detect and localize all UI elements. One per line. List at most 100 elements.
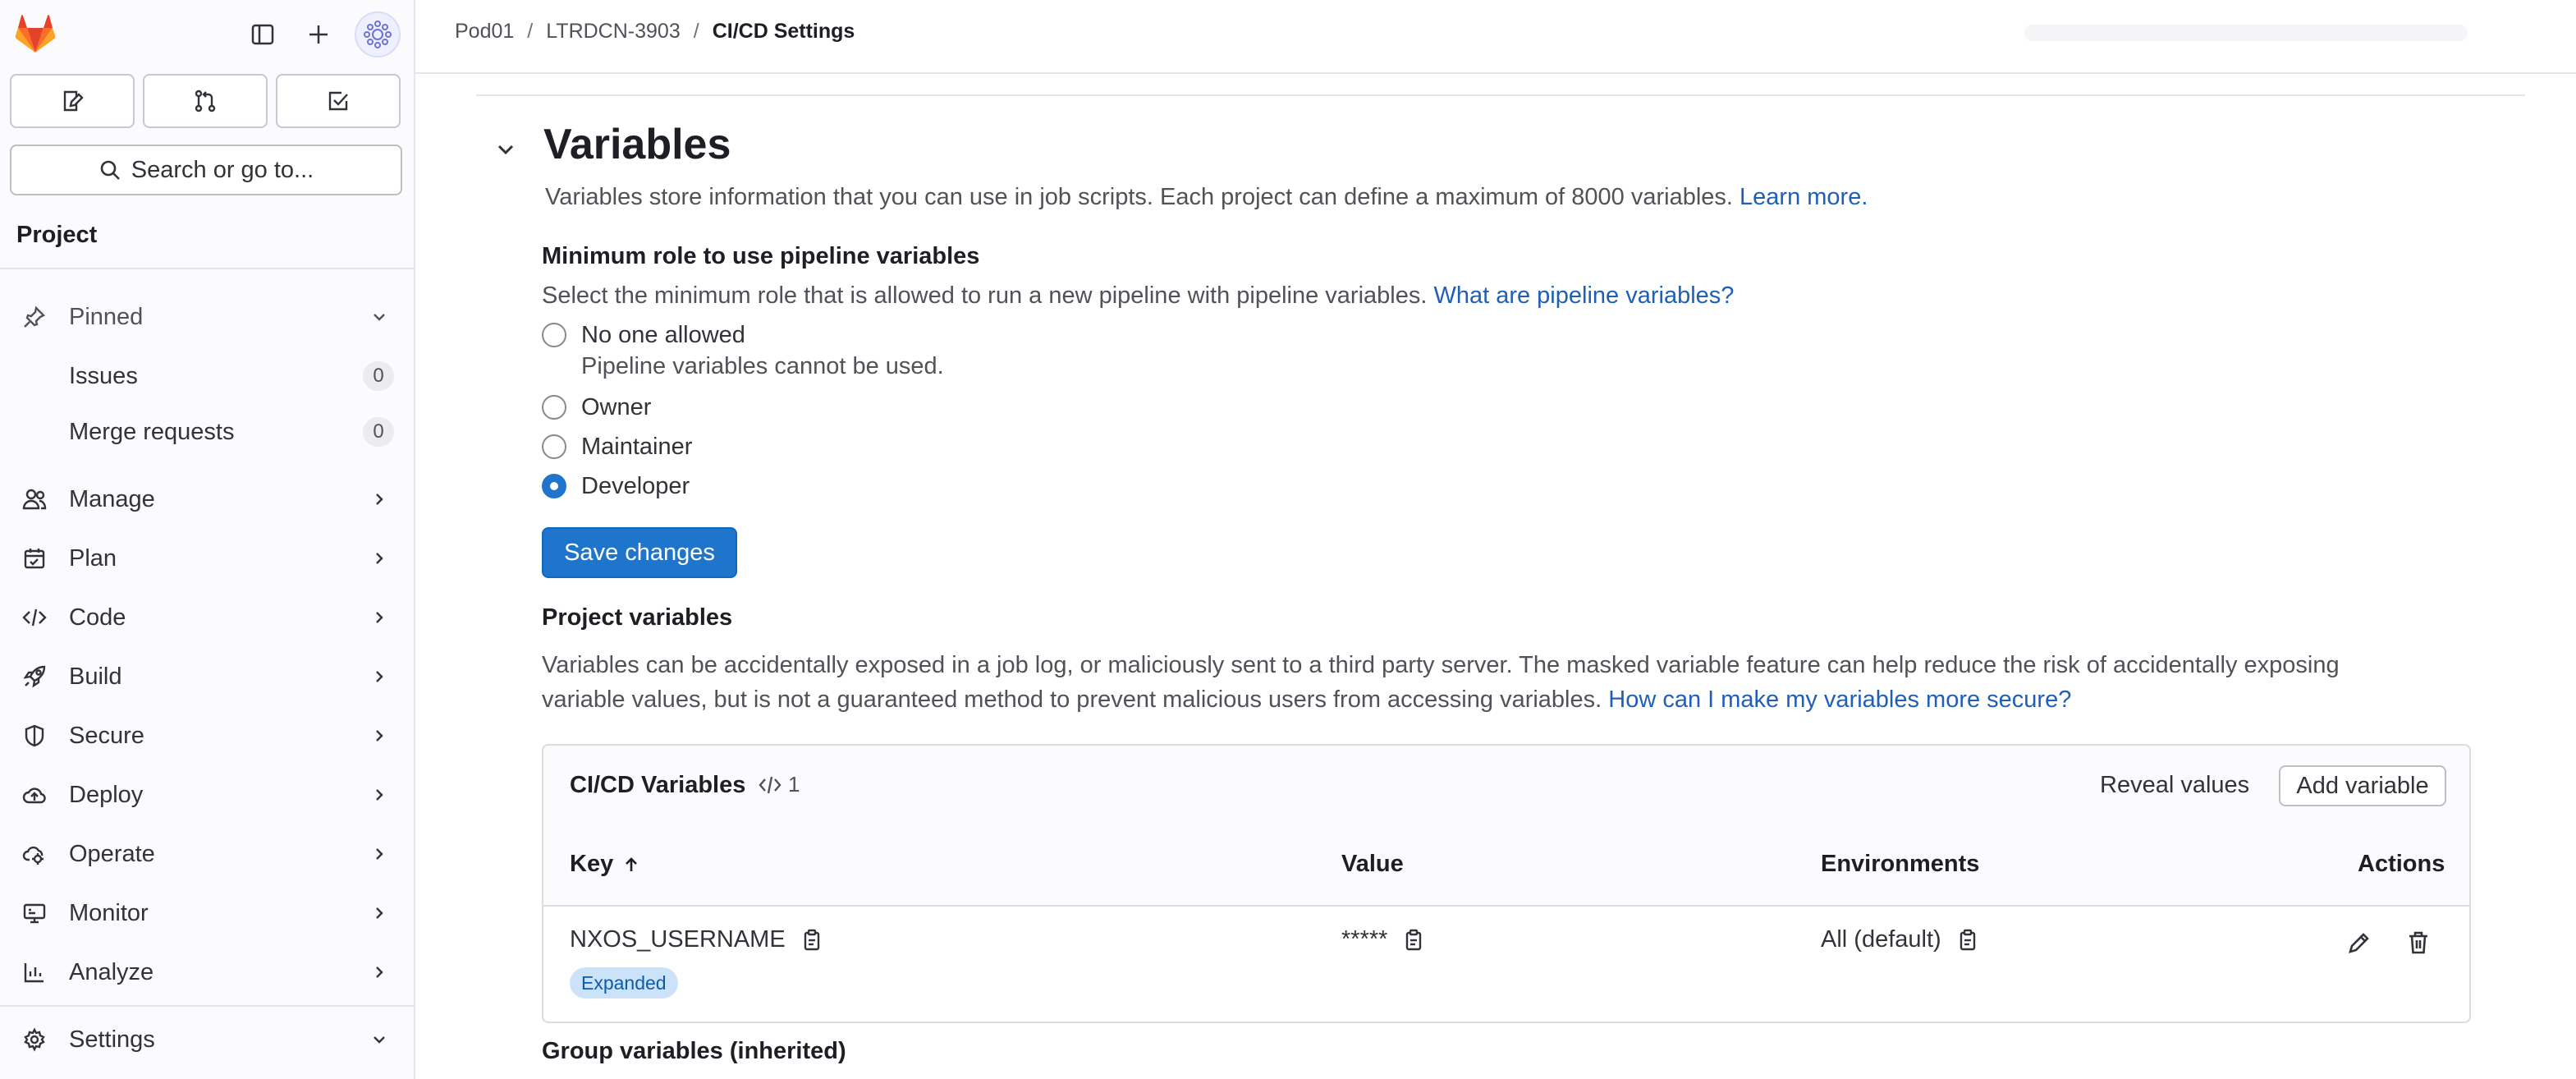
sort-arrow-up-icon: [621, 855, 641, 875]
sidebar-item-pinned[interactable]: Pinned: [0, 292, 414, 342]
sidebar-item-manage[interactable]: Manage: [0, 475, 414, 524]
assigned-issues-button[interactable]: [10, 74, 135, 128]
breadcrumb-separator: /: [527, 20, 534, 43]
learn-more-link[interactable]: Learn more.: [1739, 184, 1868, 210]
radio-owner[interactable]: Owner: [542, 391, 651, 424]
sidebar-toggle-icon[interactable]: [245, 16, 281, 53]
breadcrumb-item[interactable]: Pod01: [455, 20, 514, 44]
sidebar-item-deploy[interactable]: Deploy: [0, 770, 414, 820]
min-role-heading: Minimum role to use pipeline variables: [542, 243, 980, 269]
sidebar-item-label: Analyze: [69, 958, 154, 985]
variable-key-cell: NXOS_USERNAME: [570, 926, 823, 953]
radio-maintainer[interactable]: Maintainer: [542, 430, 692, 463]
breadcrumb-item[interactable]: LTRDCN-3903: [546, 20, 680, 44]
top-bar: Pod01 / LTRDCN-3903 / CI/CD Settings: [415, 0, 2576, 74]
radio-no-one-allowed[interactable]: No one allowed: [542, 319, 745, 351]
chevron-right-icon: [368, 961, 391, 984]
sidebar-item-label: Manage: [69, 485, 155, 512]
column-header-key[interactable]: Key: [570, 851, 641, 878]
search-button[interactable]: Search or go to...: [10, 145, 402, 195]
radio-label: No one allowed: [581, 321, 745, 348]
card-title: CI/CD Variables: [570, 772, 746, 798]
chevron-right-icon: [368, 902, 391, 925]
breadcrumb: Pod01 / LTRDCN-3903 / CI/CD Settings: [455, 20, 855, 44]
add-variable-button[interactable]: Add variable: [2279, 765, 2446, 806]
variable-count: 1: [759, 772, 800, 797]
todo-list-button[interactable]: [276, 74, 401, 128]
radio-button[interactable]: [542, 395, 566, 420]
chevron-right-icon: [368, 547, 391, 570]
sidebar-section-title: Project: [16, 222, 98, 248]
variable-value-masked: *****: [1341, 926, 1388, 953]
min-role-help-text: Select the minimum role that is allowed …: [542, 282, 1428, 309]
sidebar-item-label: Issues: [69, 362, 138, 389]
radio-label: Maintainer: [581, 433, 693, 460]
sidebar-item-label: Secure: [69, 722, 144, 749]
sidebar-item-monitor[interactable]: Monitor: [0, 888, 414, 938]
sidebar-item-merge-requests[interactable]: Merge requests 0: [0, 407, 414, 457]
variable-key: NXOS_USERNAME: [570, 926, 786, 953]
trash-icon: [2405, 930, 2432, 956]
delete-variable-button[interactable]: [2402, 926, 2435, 959]
min-role-help: Select the minimum role that is allowed …: [542, 282, 1734, 310]
group-variables-heading: Group variables (inherited): [542, 1038, 846, 1064]
sidebar-item-operate[interactable]: Operate: [0, 829, 414, 879]
plus-icon[interactable]: [300, 16, 337, 53]
sidebar-item-plan[interactable]: Plan: [0, 534, 414, 583]
chevron-right-icon: [368, 488, 391, 511]
divider: [0, 268, 414, 269]
variable-environment-cell: All (default): [1821, 926, 1979, 953]
section-description: Variables store information that you can…: [545, 184, 1868, 211]
chevron-down-icon: [368, 305, 391, 328]
reveal-values-button[interactable]: Reveal values: [2100, 772, 2249, 799]
count-value: 1: [788, 772, 800, 797]
save-changes-button[interactable]: Save changes: [542, 527, 737, 578]
radio-button-selected[interactable]: [542, 474, 566, 498]
sidebar: Search or go to... Project Pinned Issues…: [0, 0, 415, 1079]
sidebar-item-settings[interactable]: Settings: [0, 1015, 414, 1064]
breadcrumb-current[interactable]: CI/CD Settings: [713, 20, 855, 44]
sidebar-item-label: Pinned: [69, 303, 144, 330]
search-placeholder: Search or go to...: [131, 156, 314, 183]
collapse-section-button[interactable]: [488, 131, 524, 168]
shield-icon: [21, 723, 48, 749]
radio-label: Owner: [581, 393, 652, 420]
chart-icon: [21, 959, 48, 985]
project-variables-text-line2: variable values, but is not a guaranteed…: [542, 686, 2071, 714]
table-header: Key Value Environments Actions: [543, 826, 2469, 907]
gitlab-logo-icon[interactable]: [11, 11, 59, 56]
radio-button[interactable]: [542, 323, 566, 347]
sidebar-item-label: Monitor: [69, 899, 149, 926]
copy-icon[interactable]: [1402, 928, 1425, 953]
chevron-right-icon: [368, 606, 391, 629]
edit-variable-button[interactable]: [2343, 926, 2376, 959]
column-header-value: Value: [1341, 851, 1404, 877]
pipeline-variables-link[interactable]: What are pipeline variables?: [1433, 282, 1734, 309]
sidebar-item-label: Deploy: [69, 781, 144, 808]
pencil-icon: [2346, 930, 2372, 956]
card-header: CI/CD Variables 1 Reveal values Add vari…: [543, 746, 2469, 828]
monitor-icon: [21, 900, 48, 926]
variable-environment: All (default): [1821, 926, 1941, 953]
count-badge: 0: [363, 417, 394, 447]
code-icon: [759, 774, 782, 797]
merge-requests-button[interactable]: [143, 74, 268, 128]
cicd-variables-card: CI/CD Variables 1 Reveal values Add vari…: [542, 744, 2471, 1023]
cloud-gear-icon: [21, 841, 48, 867]
sidebar-item-secure[interactable]: Secure: [0, 711, 414, 760]
radio-button[interactable]: [542, 434, 566, 459]
secure-variables-link[interactable]: How can I make my variables more secure?: [1608, 686, 2071, 713]
user-avatar[interactable]: [355, 11, 401, 57]
sidebar-item-code[interactable]: Code: [0, 593, 414, 642]
radio-developer[interactable]: Developer: [542, 470, 690, 503]
sidebar-item-build[interactable]: Build: [0, 652, 414, 701]
sidebar-item-analyze[interactable]: Analyze: [0, 948, 414, 997]
chevron-right-icon: [368, 665, 391, 688]
copy-icon[interactable]: [1956, 928, 1979, 953]
chevron-right-icon: [368, 843, 391, 865]
copy-icon[interactable]: [800, 928, 823, 953]
users-icon: [21, 486, 48, 512]
count-badge: 0: [363, 361, 394, 391]
sidebar-item-issues[interactable]: Issues 0: [0, 351, 414, 401]
variable-value-cell: *****: [1341, 926, 1425, 953]
